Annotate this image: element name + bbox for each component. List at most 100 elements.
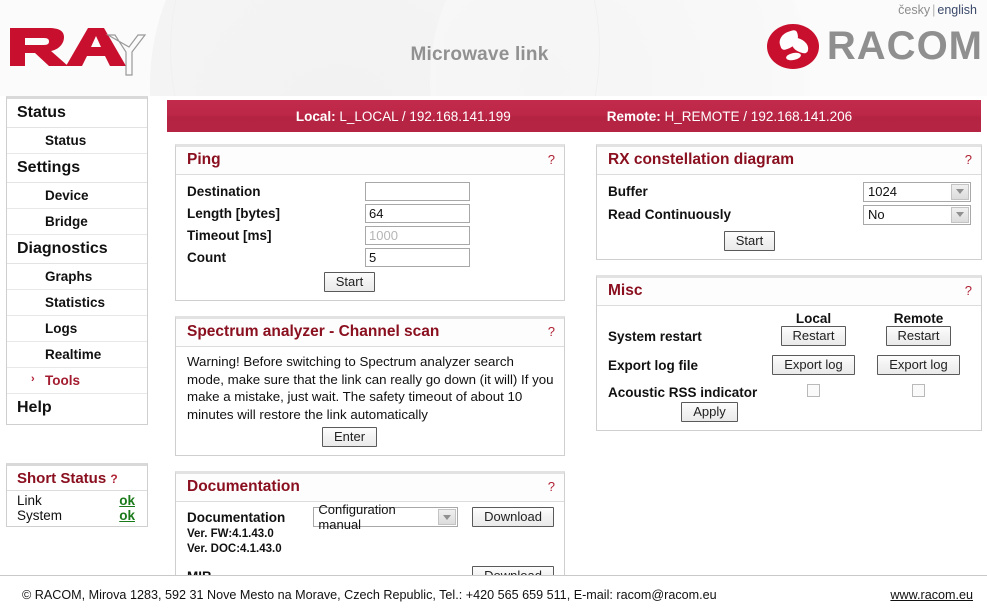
language-switcher: česky | english [898, 3, 977, 17]
ping-count-row: Count [187, 246, 554, 268]
documentation-select[interactable]: Configuration manual [313, 502, 459, 532]
rx-read-select[interactable]: No [863, 204, 971, 225]
left-column: Ping ? Destination Length [bytes] Timeou… [175, 144, 565, 610]
rx-buffer-row: Buffer 1024 [608, 180, 971, 203]
panel-spectrum-analyzer: Spectrum analyzer - Channel scan ? Warni… [175, 316, 565, 456]
ping-start-button[interactable]: Start [323, 272, 376, 292]
sidebar-item-statistics[interactable]: Statistics [7, 290, 147, 316]
sidebar-item-bridge[interactable]: Bridge [7, 209, 147, 235]
footer-text: © RACOM, Mirova 1283, 592 31 Nove Mesto … [22, 588, 717, 602]
language-link-english[interactable]: english [937, 3, 977, 17]
ping-count-input[interactable] [365, 247, 470, 267]
ping-destination-label: Destination [187, 183, 261, 199]
panel-header: RX constellation diagram ? [597, 147, 981, 175]
sidebar-item-label: Device [45, 188, 89, 203]
panel-ping: Ping ? Destination Length [bytes] Timeou… [175, 144, 565, 301]
panel-header: Spectrum analyzer - Channel scan ? [176, 319, 564, 347]
documentation-select-value: Configuration manual [318, 502, 396, 532]
help-icon[interactable]: ? [548, 479, 555, 494]
misc-export-label: Export log file [608, 357, 699, 373]
help-icon[interactable]: ? [548, 324, 555, 339]
short-status-label: Link [17, 493, 42, 508]
panel-title: Spectrum analyzer - Channel scan [187, 323, 440, 340]
sidebar-group-status[interactable]: Status [7, 99, 147, 128]
sidebar-menu: Status Status Settings Device Bridge Dia… [6, 96, 148, 425]
restart-local-button[interactable]: Restart [780, 326, 847, 346]
sidebar-item-label: Realtime [45, 347, 102, 362]
ping-timeout-label: Timeout [ms] [187, 227, 272, 243]
ping-length-input[interactable] [365, 203, 470, 223]
panel-body: Destination Length [bytes] Timeout [ms] … [176, 175, 564, 300]
restart-remote-button[interactable]: Restart [885, 326, 952, 346]
short-status-box: Short Status ? Link ok System ok [6, 463, 148, 527]
documentation-label: Documentation [187, 509, 286, 525]
sidebar-item-tools[interactable]: › Tools [7, 368, 147, 394]
racom-logo[interactable]: RACOM [766, 22, 983, 70]
sidebar-group-help[interactable]: Help [7, 394, 147, 422]
sidebar-item-logs[interactable]: Logs [7, 316, 147, 342]
ping-length-label: Length [bytes] [187, 205, 280, 221]
right-column: RX constellation diagram ? Buffer 1024 R… [596, 144, 982, 446]
misc-acoustic-row: Acoustic RSS indicator [608, 384, 971, 400]
ping-timeout-row: Timeout [ms] [187, 224, 554, 246]
page-header: česky | english Microwave link RACOM [0, 0, 987, 96]
chevron-down-icon [438, 509, 457, 525]
misc-export-row: Export log file Export log Export log [608, 355, 971, 375]
help-icon[interactable]: ? [548, 152, 555, 167]
link-banner: Local: L_LOCAL / 192.168.141.199 Remote:… [167, 100, 981, 132]
sidebar-item-label: Statistics [45, 295, 106, 310]
sidebar-group-settings[interactable]: Settings [7, 154, 147, 183]
panel-header: Misc ? [597, 278, 981, 306]
panel-misc: Misc ? Local Remote System restart Resta… [596, 275, 982, 431]
ping-count-label: Count [187, 249, 226, 265]
sidebar-item-label: Logs [45, 321, 78, 336]
help-icon[interactable]: ? [965, 283, 972, 298]
panel-body: Buffer 1024 Read Continuously No Start [597, 175, 981, 259]
export-log-remote-button[interactable]: Export log [877, 355, 960, 375]
sidebar-item-graphs[interactable]: Graphs [7, 264, 147, 290]
documentation-download-button[interactable]: Download [472, 507, 554, 527]
sidebar-item-device[interactable]: Device [7, 183, 147, 209]
misc-column-headers: Local Remote [608, 311, 971, 326]
documentation-row: Documentation Configuration manual Downl… [187, 502, 554, 532]
short-status-row-link: Link ok [7, 493, 147, 508]
export-log-local-button[interactable]: Export log [772, 355, 855, 375]
rx-buffer-label: Buffer [608, 184, 648, 199]
ping-length-row: Length [bytes] [187, 202, 554, 224]
sidebar-item-realtime[interactable]: Realtime [7, 342, 147, 368]
acoustic-rss-remote-checkbox[interactable] [912, 384, 925, 397]
banner-remote-value: H_REMOTE / 192.168.141.206 [664, 108, 853, 124]
status-badge[interactable]: ok [119, 493, 135, 508]
ping-timeout-input[interactable] [365, 225, 470, 245]
rx-read-value: No [868, 207, 885, 222]
misc-restart-label: System restart [608, 328, 702, 344]
footer-website-link[interactable]: www.racom.eu [890, 588, 973, 602]
panel-body: Warning! Before switching to Spectrum an… [176, 347, 564, 455]
page-footer: © RACOM, Mirova 1283, 592 31 Nove Mesto … [0, 575, 987, 614]
status-badge[interactable]: ok [119, 508, 135, 523]
rx-buffer-select[interactable]: 1024 [863, 181, 971, 202]
misc-col-remote: Remote [893, 311, 944, 326]
chevron-down-icon [951, 206, 969, 223]
spectrum-enter-button[interactable]: Enter [321, 427, 378, 447]
sidebar-item-label: Graphs [45, 269, 93, 284]
banner-local: Local: L_LOCAL / 192.168.141.199 [296, 109, 511, 124]
panel-title: Ping [187, 151, 221, 168]
sidebar-item-status[interactable]: Status [7, 128, 147, 154]
ping-destination-input[interactable] [365, 181, 470, 201]
language-link-cesky[interactable]: česky [898, 3, 930, 17]
help-icon[interactable]: ? [965, 152, 972, 167]
racom-wordmark: RACOM [826, 24, 983, 68]
sidebar-group-diagnostics[interactable]: Diagnostics [7, 235, 147, 264]
acoustic-rss-local-checkbox[interactable] [807, 384, 820, 397]
misc-restart-row: System restart Restart Restart [608, 326, 971, 346]
misc-apply-button[interactable]: Apply [681, 402, 738, 422]
panel-header: Ping ? [176, 147, 564, 175]
help-icon[interactable]: ? [110, 472, 117, 486]
sidebar: Status Status Settings Device Bridge Dia… [6, 96, 148, 425]
misc-col-local: Local [795, 311, 832, 326]
sidebar-item-label: Tools [45, 373, 80, 388]
banner-remote-label: Remote: [606, 108, 661, 124]
panel-body: Local Remote System restart Restart Rest… [597, 306, 981, 430]
rx-start-button[interactable]: Start [723, 231, 776, 251]
